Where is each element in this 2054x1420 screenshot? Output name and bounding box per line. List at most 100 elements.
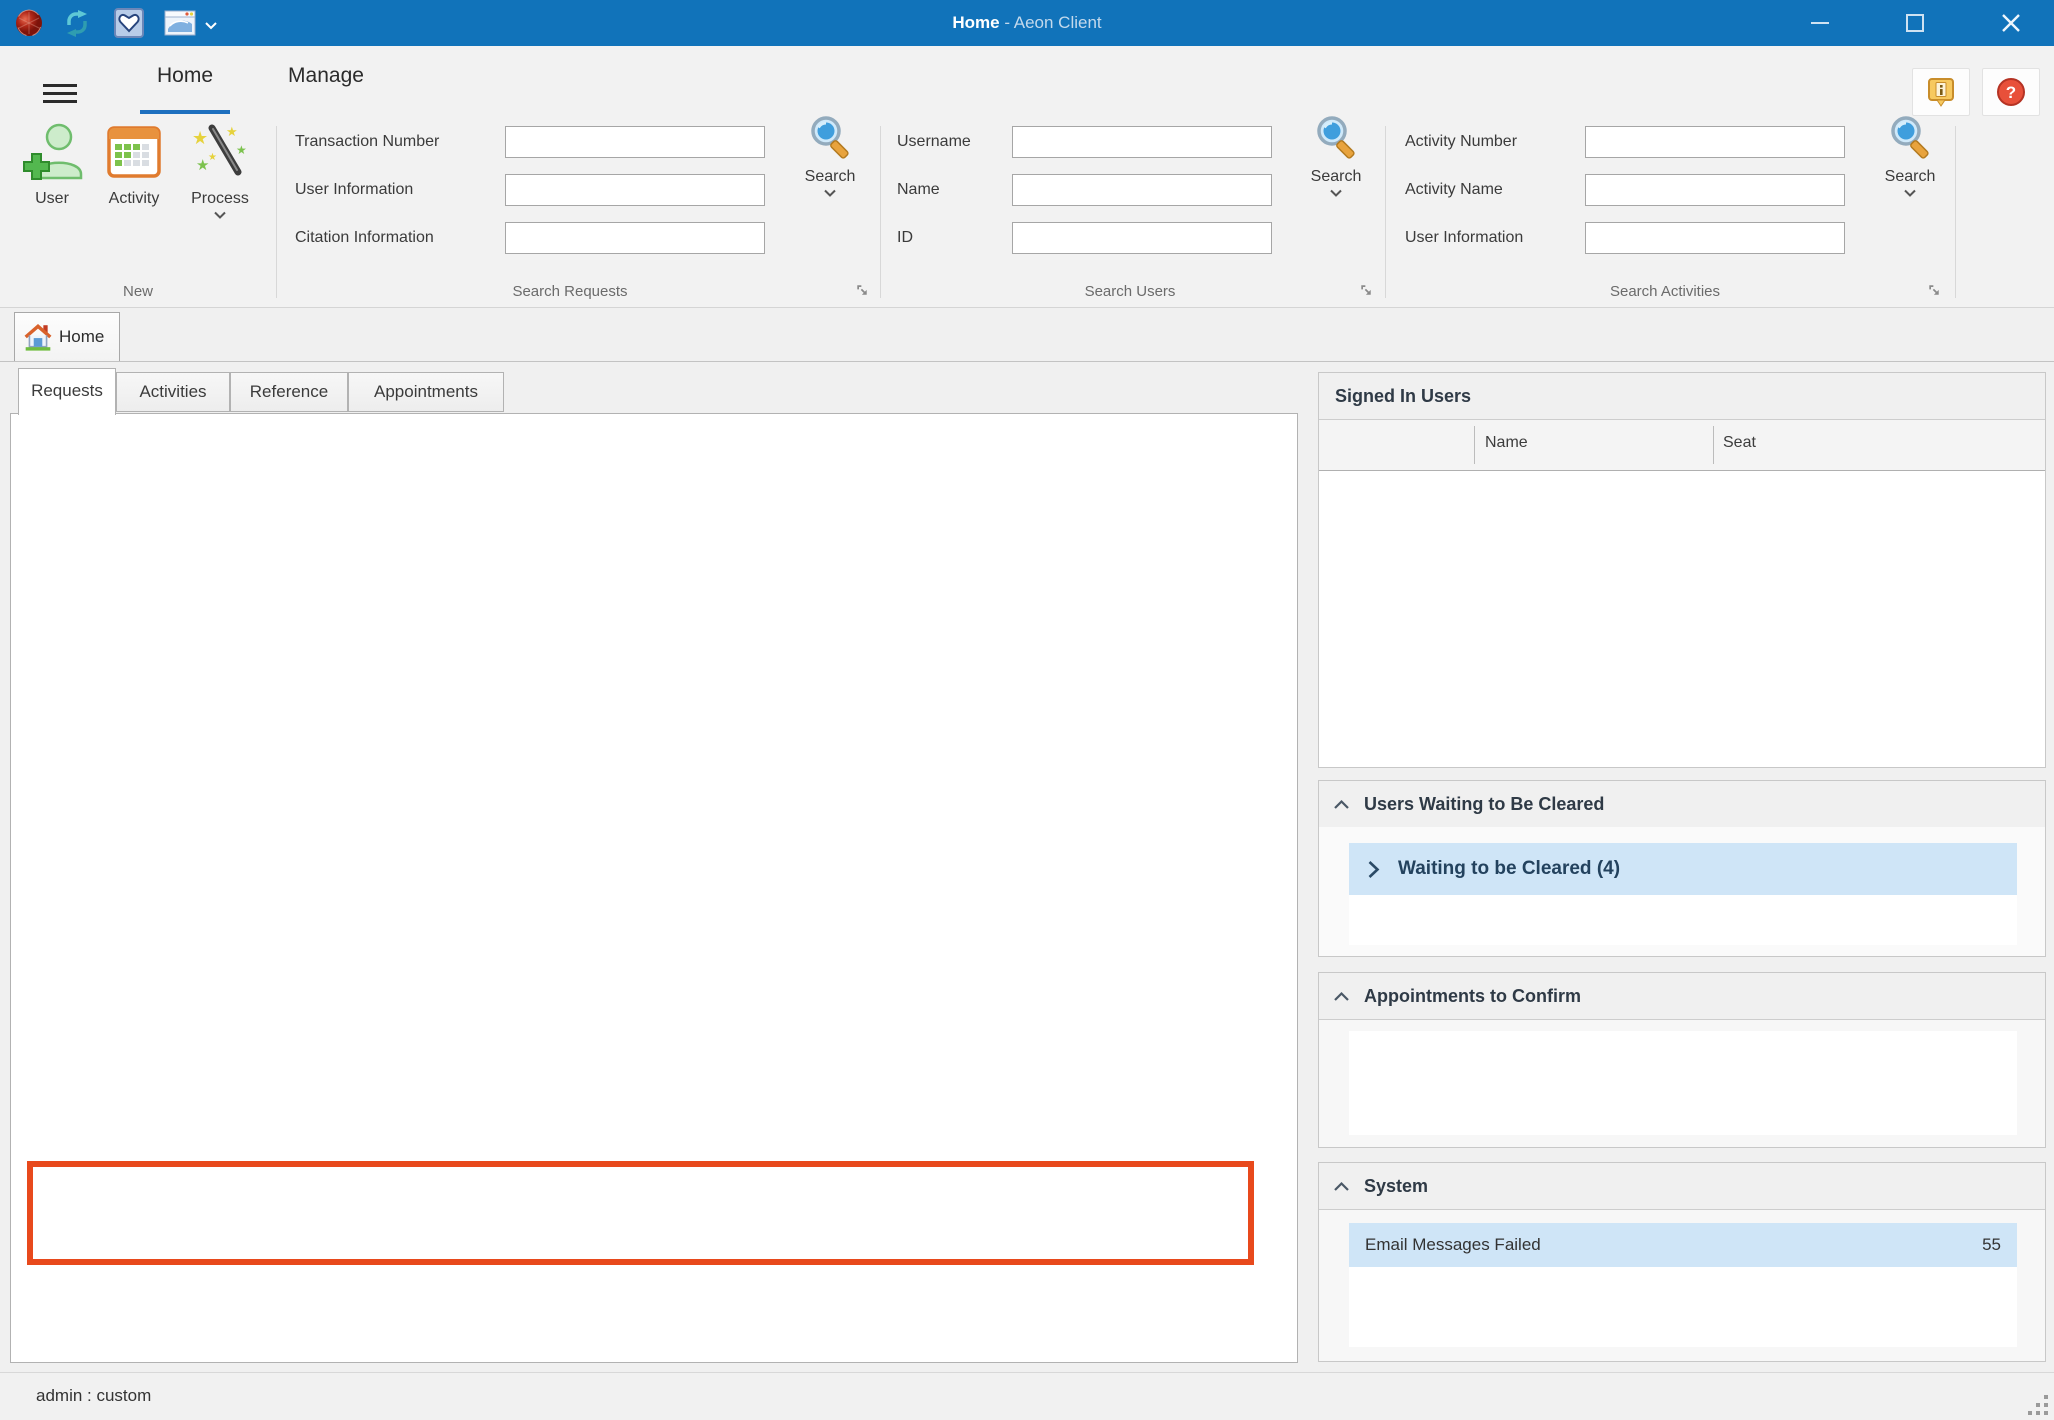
search-requests-button[interactable]: Search bbox=[792, 112, 868, 262]
id-label: ID bbox=[897, 220, 913, 256]
search-activities-label: Search bbox=[1885, 168, 1936, 186]
signed-in-users-header[interactable]: Signed In Users bbox=[1319, 373, 2045, 420]
system-title: System bbox=[1364, 1176, 1428, 1197]
transaction-number-input[interactable] bbox=[505, 126, 765, 158]
status-user-info: admin : custom bbox=[36, 1373, 151, 1419]
appointments-title: Appointments to Confirm bbox=[1364, 986, 1581, 1007]
appointments-header[interactable]: Appointments to Confirm bbox=[1319, 973, 2045, 1020]
svg-text:★: ★ bbox=[226, 124, 238, 139]
activity-user-information-label: User Information bbox=[1405, 220, 1523, 256]
name-label: Name bbox=[897, 172, 940, 208]
email-messages-failed-row[interactable]: Email Messages Failed 55 bbox=[1349, 1223, 2017, 1267]
citation-information-input[interactable] bbox=[505, 222, 765, 254]
new-activity-button[interactable]: Activity bbox=[86, 120, 182, 256]
waiting-to-be-cleared-label: Waiting to be Cleared (4) bbox=[1398, 858, 1620, 880]
signed-in-users-panel: Signed In Users Name Seat bbox=[1318, 372, 2046, 768]
activity-name-label: Activity Name bbox=[1405, 172, 1503, 208]
search-users-group-label: Search Users bbox=[890, 280, 1370, 304]
signed-in-users-title: Signed In Users bbox=[1335, 386, 1471, 407]
tab-requests[interactable]: Requests bbox=[18, 368, 116, 415]
chevron-up-icon bbox=[1333, 991, 1350, 1002]
name-input[interactable] bbox=[1012, 174, 1272, 206]
ribbon-tab-home-label: Home bbox=[157, 64, 213, 87]
system-row-count: 55 bbox=[1982, 1235, 2001, 1255]
search-requests-dialog-launcher[interactable] bbox=[856, 284, 872, 300]
ribbon-tab-manage[interactable]: Manage bbox=[272, 64, 380, 108]
chevron-down-icon bbox=[823, 189, 837, 198]
username-input[interactable] bbox=[1012, 126, 1272, 158]
citation-information-label: Citation Information bbox=[295, 220, 434, 256]
signed-in-users-column-header[interactable]: Name Seat bbox=[1319, 420, 2045, 472]
svg-text:?: ? bbox=[2006, 83, 2016, 102]
column-name[interactable]: Name bbox=[1485, 434, 1528, 452]
search-users-dialog-launcher[interactable] bbox=[1360, 284, 1376, 300]
users-waiting-header[interactable]: Users Waiting to Be Cleared bbox=[1319, 781, 2045, 828]
system-panel: System Email Messages Failed 55 bbox=[1318, 1162, 2046, 1362]
new-process-label: Process bbox=[191, 190, 249, 208]
help-button[interactable]: ? bbox=[1982, 68, 2040, 116]
tab-activities[interactable]: Activities bbox=[116, 372, 230, 412]
process-wand-icon: ★ ★ ★ ★ ★ bbox=[190, 120, 250, 186]
tab-reference[interactable]: Reference bbox=[230, 372, 348, 412]
appointments-panel: Appointments to Confirm bbox=[1318, 972, 2046, 1148]
ribbon-tab-home[interactable]: Home bbox=[140, 64, 230, 108]
system-header[interactable]: System bbox=[1319, 1163, 2045, 1210]
search-users-button[interactable]: Search bbox=[1298, 112, 1374, 262]
new-process-button[interactable]: ★ ★ ★ ★ ★ Process bbox=[172, 120, 268, 256]
chevron-up-icon bbox=[1333, 1181, 1350, 1192]
document-tab-home[interactable]: Home bbox=[14, 312, 120, 361]
svg-text:★: ★ bbox=[236, 143, 247, 157]
users-waiting-title: Users Waiting to Be Cleared bbox=[1364, 794, 1604, 815]
activity-number-input[interactable] bbox=[1585, 126, 1845, 158]
ribbon-tab-manage-label: Manage bbox=[288, 64, 364, 87]
maximize-button[interactable] bbox=[1885, 0, 1945, 46]
tab-appointments[interactable]: Appointments bbox=[348, 372, 504, 412]
ribbon: Home Manage ? User bbox=[0, 46, 2054, 308]
search-icon bbox=[1885, 112, 1935, 162]
activity-user-information-input[interactable] bbox=[1585, 222, 1845, 254]
status-bar: admin : custom bbox=[0, 1372, 2054, 1420]
document-tab-label: Home bbox=[59, 327, 104, 347]
tab-appointments-label: Appointments bbox=[374, 382, 478, 401]
search-requests-group-label: Search Requests bbox=[290, 280, 850, 304]
chevron-up-icon bbox=[1333, 799, 1350, 810]
menu-button[interactable] bbox=[43, 84, 77, 106]
requests-tab-panel bbox=[10, 413, 1298, 1363]
activity-number-label: Activity Number bbox=[1405, 124, 1517, 160]
username-label: Username bbox=[897, 124, 971, 160]
aeon-client-window: Home - Aeon Client Home Manage bbox=[0, 0, 2054, 1420]
svg-text:★: ★ bbox=[192, 128, 208, 148]
about-button[interactable] bbox=[1912, 68, 1970, 116]
id-input[interactable] bbox=[1012, 222, 1272, 254]
system-empty-row bbox=[1349, 1267, 2017, 1347]
minimize-button[interactable] bbox=[1790, 0, 1850, 46]
close-button[interactable] bbox=[1981, 0, 2041, 46]
transaction-number-label: Transaction Number bbox=[295, 124, 439, 160]
search-icon bbox=[805, 112, 855, 162]
chevron-right-icon bbox=[1367, 860, 1380, 879]
tab-activities-label: Activities bbox=[139, 382, 206, 401]
chevron-down-icon bbox=[1329, 189, 1343, 198]
users-waiting-panel: Users Waiting to Be Cleared Waiting to b… bbox=[1318, 780, 2046, 957]
search-activities-button[interactable]: Search bbox=[1872, 112, 1948, 262]
waiting-to-be-cleared-row[interactable]: Waiting to be Cleared (4) bbox=[1349, 843, 2017, 895]
activity-name-input[interactable] bbox=[1585, 174, 1845, 206]
new-group-label: New bbox=[8, 280, 268, 304]
search-requests-label: Search bbox=[805, 168, 856, 186]
search-activities-group-label: Search Activities bbox=[1395, 280, 1935, 304]
title-bar: Home - Aeon Client bbox=[0, 0, 2054, 46]
signed-in-users-body bbox=[1319, 471, 2045, 767]
svg-text:★: ★ bbox=[208, 152, 217, 163]
chevron-down-icon bbox=[1903, 189, 1917, 198]
waiting-empty-row bbox=[1349, 895, 2017, 945]
new-user-label: User bbox=[35, 190, 69, 208]
search-activities-dialog-launcher[interactable] bbox=[1928, 284, 1944, 300]
system-row-label: Email Messages Failed bbox=[1365, 1235, 1982, 1255]
new-activity-label: Activity bbox=[109, 190, 160, 208]
home-icon bbox=[23, 322, 53, 352]
user-information-input[interactable] bbox=[505, 174, 765, 206]
column-seat[interactable]: Seat bbox=[1723, 434, 1756, 452]
window-title: Home - Aeon Client bbox=[0, 0, 2054, 46]
tab-reference-label: Reference bbox=[250, 382, 328, 401]
resize-grip[interactable] bbox=[2024, 1391, 2048, 1415]
